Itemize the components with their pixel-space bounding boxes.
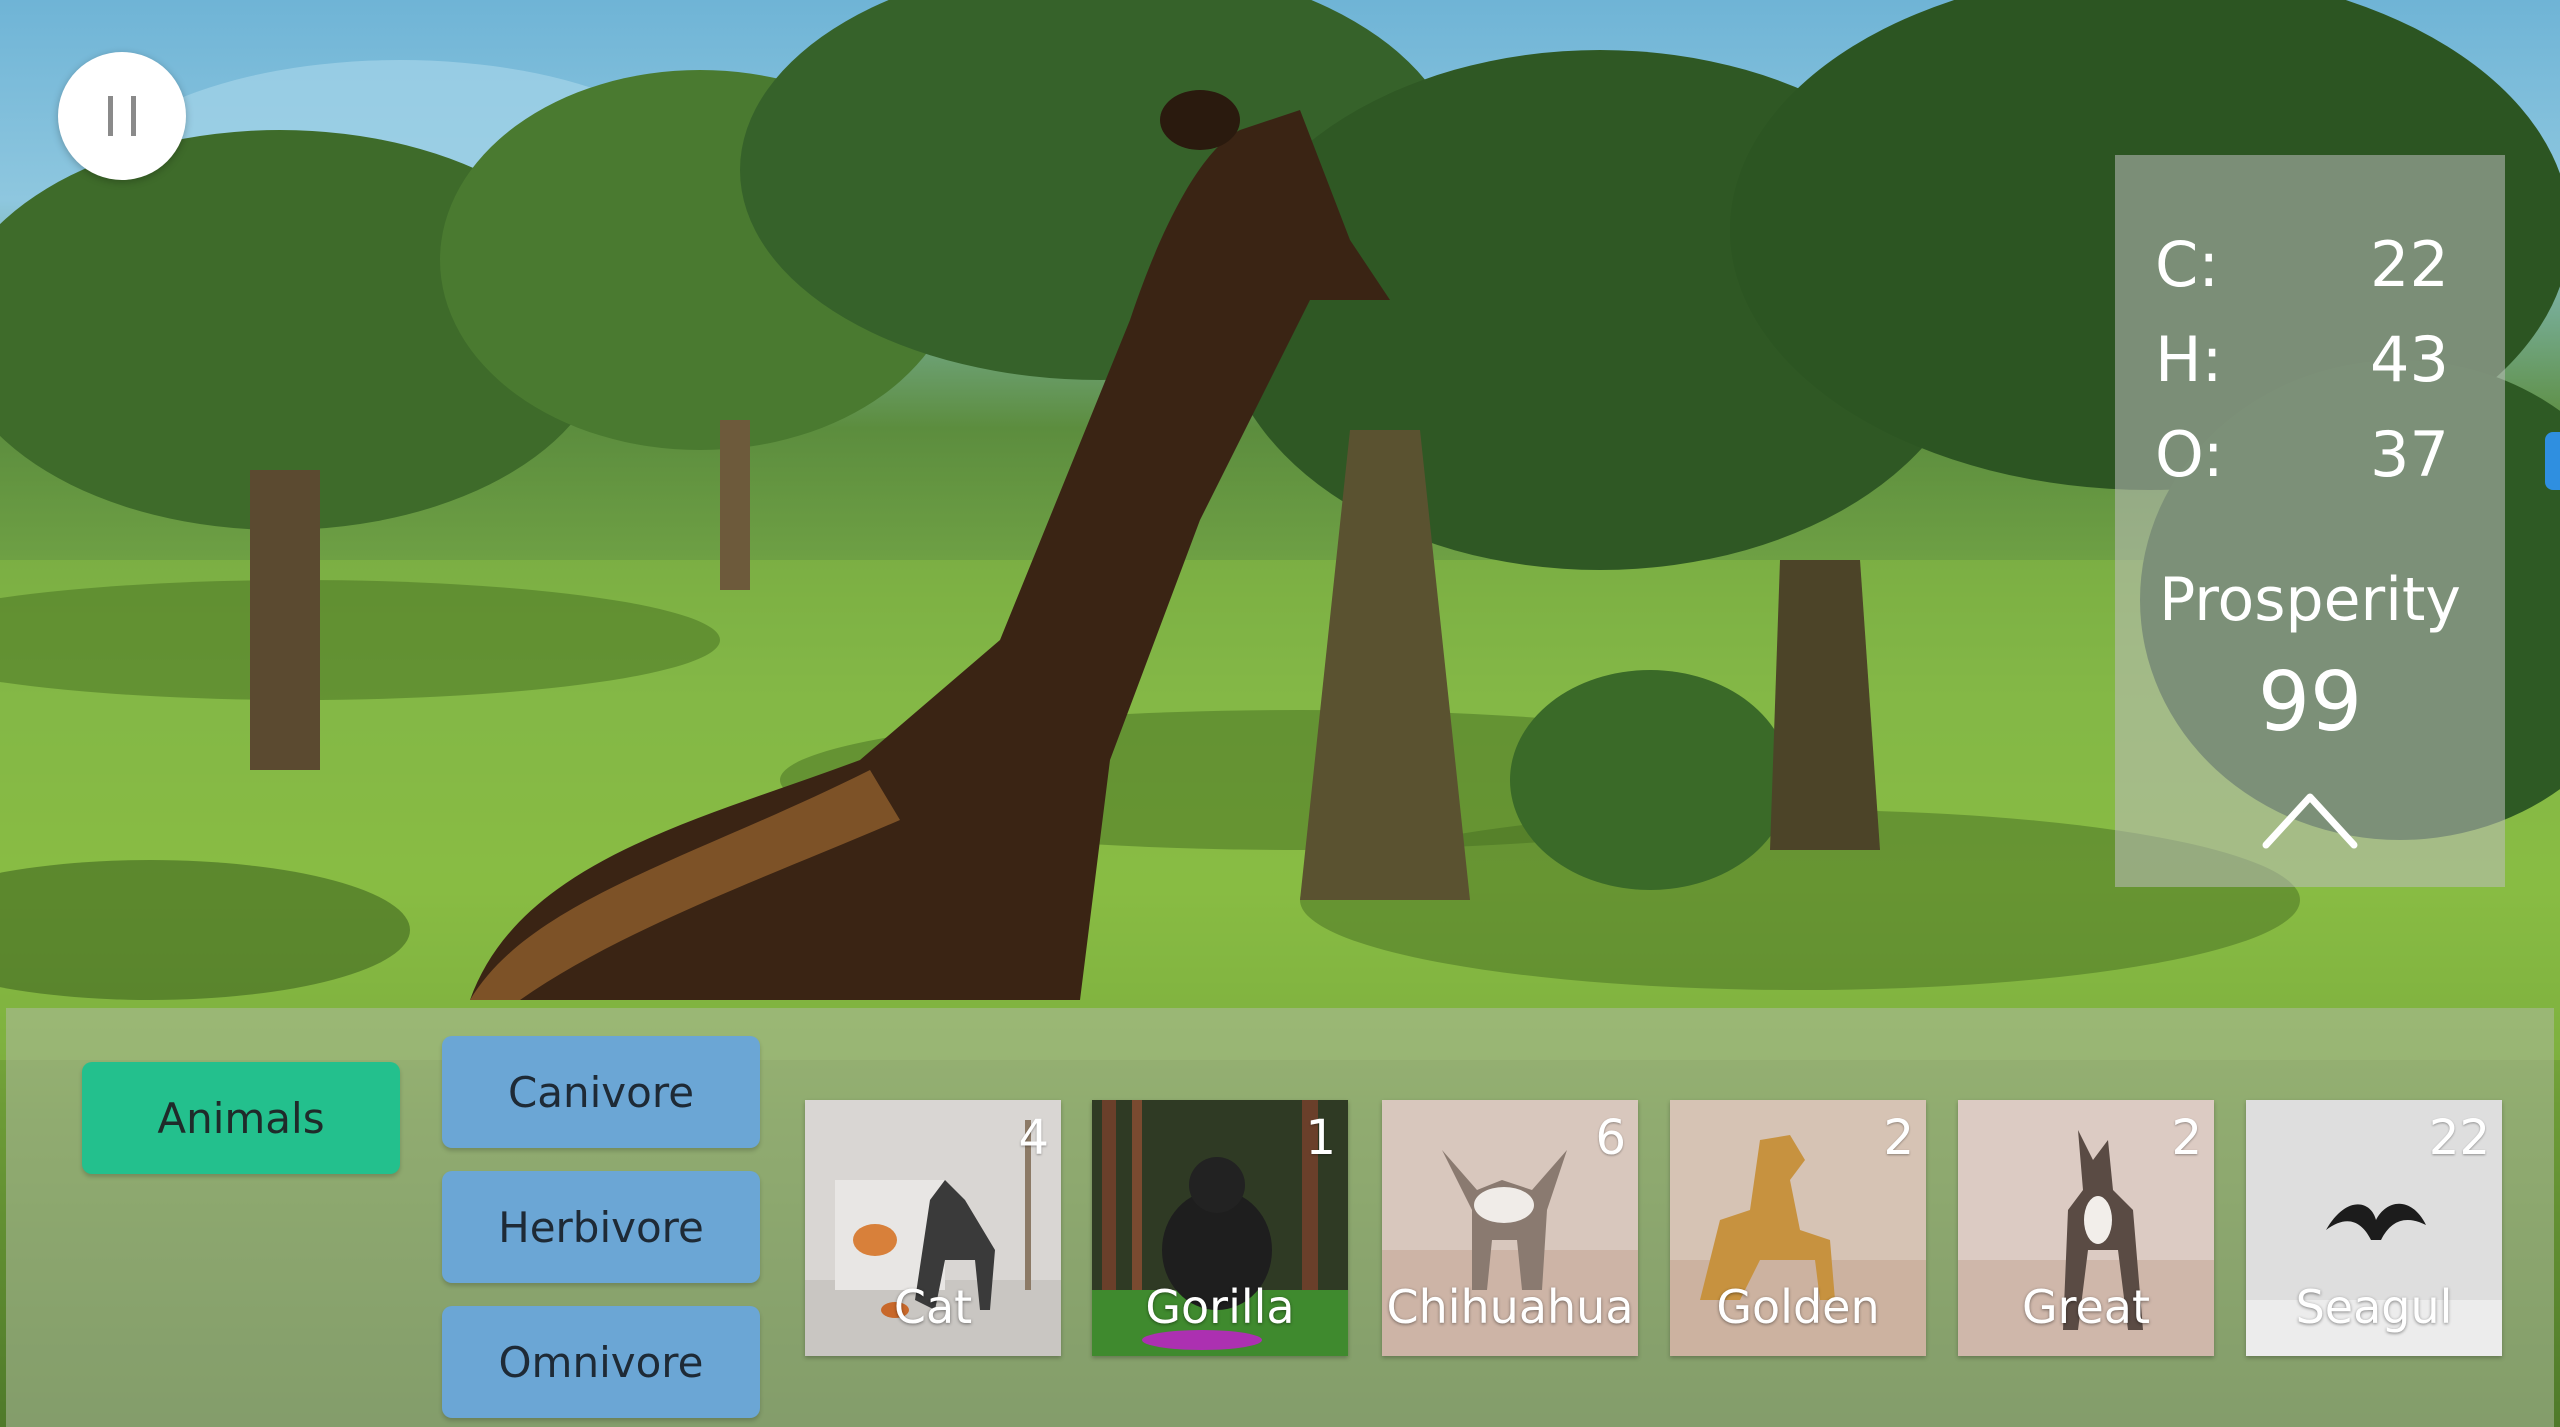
stat-label: H:: [2155, 323, 2223, 396]
animal-count: 22: [2428, 1110, 2490, 1166]
animal-count: 1: [1305, 1110, 1336, 1166]
herbivore-button[interactable]: Herbivore: [442, 1171, 760, 1283]
animal-card-chihuahua[interactable]: 6 Chihuahua: [1382, 1100, 1638, 1356]
stats-panel: C: 22 H: 43 O: 37 Prosperity 99: [2115, 155, 2505, 887]
stat-label: O:: [2155, 418, 2224, 491]
animal-card-gorilla[interactable]: 1 Gorilla: [1092, 1100, 1348, 1356]
animal-count: 4: [1018, 1110, 1049, 1166]
animal-card-seagul[interactable]: 22 Seagul: [2246, 1100, 2502, 1356]
pause-icon-bar: [131, 96, 136, 136]
stat-value: 22: [2370, 228, 2449, 301]
chevron-up-icon: [2262, 793, 2358, 849]
stat-value: 37: [2370, 418, 2449, 491]
animal-name: Great: [2021, 1280, 2151, 1334]
prosperity-label: Prosperity: [2159, 565, 2461, 635]
animal-name: Chihuahua: [1386, 1280, 1634, 1334]
omnivore-button[interactable]: Omnivore: [442, 1306, 760, 1418]
carnivore-button[interactable]: Canivore: [442, 1036, 760, 1148]
animal-name: Seagul: [2295, 1280, 2453, 1334]
animal-name: Cat: [893, 1280, 973, 1334]
animal-count: 6: [1595, 1110, 1626, 1166]
prosperity-value: 99: [2257, 655, 2363, 750]
animals-button[interactable]: Animals: [82, 1062, 400, 1174]
stat-herbivore-row: H: 43: [2155, 320, 2485, 400]
animal-name: Gorilla: [1145, 1280, 1295, 1334]
stat-value: 43: [2370, 323, 2449, 396]
stat-label: C:: [2155, 228, 2220, 301]
animal-count: 2: [2171, 1110, 2202, 1166]
stat-omnivore-row: O: 37: [2155, 415, 2485, 495]
side-drawer-tab[interactable]: [2545, 432, 2560, 490]
collapse-button[interactable]: [2260, 775, 2360, 855]
animal-count: 2: [1883, 1110, 1914, 1166]
pause-button[interactable]: [58, 52, 186, 180]
stat-carnivore-row: C: 22: [2155, 225, 2485, 305]
pause-icon: [108, 96, 113, 136]
animal-name: Golden: [1716, 1280, 1880, 1334]
animal-card-cat[interactable]: 4 Cat: [805, 1100, 1061, 1356]
animal-card-great[interactable]: 2 Great: [1958, 1100, 2214, 1356]
animal-card-golden[interactable]: 2 Golden: [1670, 1100, 1926, 1356]
